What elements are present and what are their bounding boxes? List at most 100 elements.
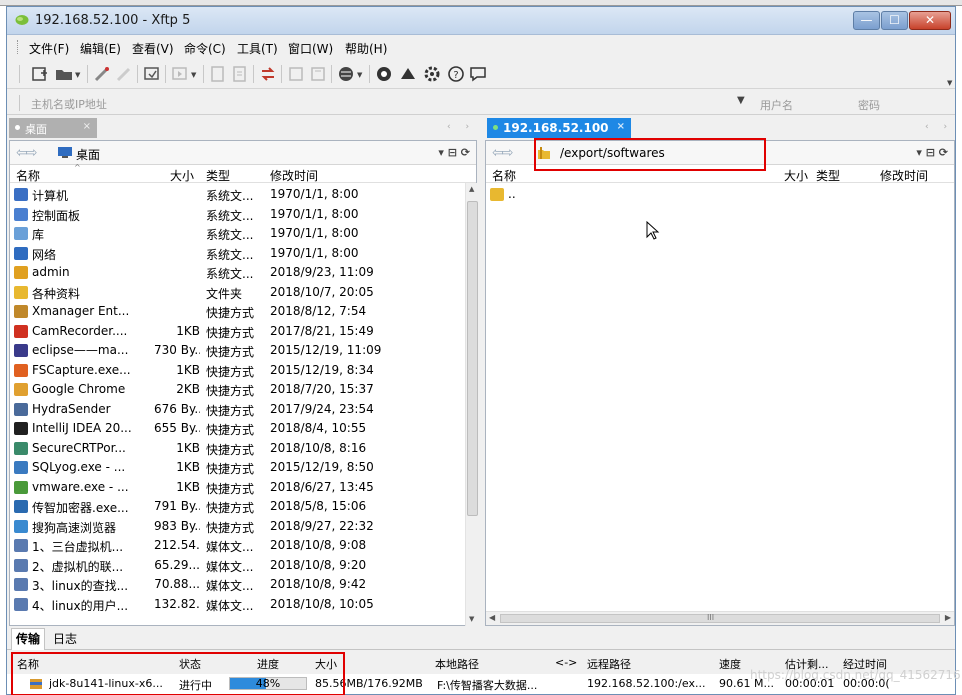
file-row[interactable]: Google Chrome 2KB 快捷方式 2018/7/20, 15:37 <box>10 380 462 400</box>
file-row[interactable]: IntelliJ IDEA 20... 655 By... 快捷方式 2018/8/4… <box>10 419 462 439</box>
menu-file[interactable]: 文件(F) <box>29 40 69 57</box>
file-row[interactable]: 传智加密器.exe... 791 By... 快捷方式 2018/5/8, 15:06 <box>10 497 462 517</box>
menu-window[interactable]: 窗口(W) <box>288 40 333 57</box>
file-row[interactable]: Xmanager Ent... 快捷方式 2018/8/12, 7:54 <box>10 302 462 322</box>
properties-icon[interactable] <box>287 65 305 83</box>
remote-col-size[interactable]: 大小 <box>784 167 808 184</box>
file-type: 快捷方式 <box>206 325 255 340</box>
file-row[interactable]: vmware.exe - ... 1KB 快捷方式 2018/6/27, 13:45 <box>10 478 462 498</box>
refresh-transfer-icon[interactable] <box>259 65 277 83</box>
xfer-col-local[interactable]: 本地路径 <box>435 656 479 672</box>
help-icon[interactable]: ? <box>447 65 465 83</box>
tab-desktop[interactable]: 桌面 × <box>9 118 97 138</box>
scroll-right-icon[interactable]: ▶ <box>945 613 951 622</box>
local-vertical-scrollbar[interactable]: ▲ ▼ <box>465 183 478 626</box>
file-type-icon <box>14 480 28 494</box>
xfer-col-speed[interactable]: 速度 <box>719 656 741 672</box>
scroll-up-icon[interactable]: ▲ <box>469 185 474 193</box>
col-type[interactable]: 类型 <box>206 167 230 184</box>
menu-edit[interactable]: 编辑(E) <box>80 40 121 57</box>
parent-folder-icon <box>490 188 504 201</box>
open-dropdown-icon[interactable]: ▼ <box>75 71 80 79</box>
gear-icon[interactable] <box>423 65 441 83</box>
xfer-col-direction[interactable]: <-> <box>555 656 577 669</box>
remote-scroll-thumb[interactable]: III <box>500 613 940 623</box>
file-size: 1KB <box>176 460 200 474</box>
file-row[interactable]: 计算机 系统文... 1970/1/1, 8:00 <box>10 185 462 205</box>
new-session-icon[interactable] <box>31 65 49 83</box>
menu-tools[interactable]: 工具(T) <box>237 40 278 57</box>
right-tab-nav-icon[interactable]: ‹ › <box>925 122 953 132</box>
scroll-thumb[interactable] <box>467 201 478 516</box>
local-path[interactable]: 桌面 <box>76 146 100 163</box>
username-input[interactable]: 用户名 <box>760 97 793 113</box>
tab-remote[interactable]: 192.168.52.100 × <box>487 118 631 138</box>
file-row[interactable]: FSCapture.exe... 1KB 快捷方式 2015/12/19, 8:34 <box>10 361 462 381</box>
transfer-dropdown-icon[interactable]: ▼ <box>191 71 196 79</box>
scroll-left-icon[interactable]: ◀ <box>489 613 495 622</box>
file-row[interactable]: admin 系统文... 2018/9/23, 11:09 <box>10 263 462 283</box>
file-type: 文件夹 <box>206 286 243 301</box>
remote-col-type[interactable]: 类型 <box>816 167 840 184</box>
file-row[interactable]: HydraSender 676 By... 快捷方式 2017/9/24, 23:54 <box>10 400 462 420</box>
connect-icon[interactable] <box>93 65 111 83</box>
transfer-icon[interactable] <box>171 65 189 83</box>
disconnect-icon[interactable] <box>115 65 133 83</box>
encoding-dropdown-icon[interactable]: ▼ <box>357 71 362 79</box>
file-type: 媒体文... <box>206 559 254 574</box>
back-forward-icon[interactable]: ⇦⇨ <box>16 145 38 161</box>
copy-icon[interactable] <box>209 65 227 83</box>
file-row[interactable]: SecureCRTPor... 1KB 快捷方式 2018/10/8, 8:16 <box>10 439 462 459</box>
host-input[interactable]: 主机名或IP地址 <box>31 96 107 112</box>
host-dropdown-icon[interactable]: ▼ <box>737 95 745 106</box>
file-row[interactable]: 库 系统文... 1970/1/1, 8:00 <box>10 224 462 244</box>
file-row[interactable]: 各种资料 文件夹 2018/10/7, 20:05 <box>10 283 462 303</box>
local-path-controls-icon[interactable]: ▾ ⊟ ⟳ <box>438 146 470 159</box>
xfer-col-remote[interactable]: 远程路径 <box>587 656 631 672</box>
remote-file-row[interactable]: .. <box>486 185 926 205</box>
globe-icon[interactable] <box>337 65 355 83</box>
col-name[interactable]: 名称 <box>16 167 40 184</box>
tab-transfers[interactable]: 传输 <box>11 628 46 650</box>
file-type-icon <box>14 539 28 552</box>
menu-view[interactable]: 查看(V) <box>132 40 174 57</box>
sync-icon[interactable] <box>143 65 161 83</box>
remote-col-modified[interactable]: 修改时间 <box>880 167 928 184</box>
tab-remote-close-icon[interactable]: × <box>617 121 625 132</box>
file-modified: 2018/8/12, 7:54 <box>270 304 367 318</box>
scroll-down-icon[interactable]: ▼ <box>469 615 474 623</box>
close-button[interactable]: ✕ <box>909 11 951 30</box>
menu-help[interactable]: 帮助(H) <box>345 40 387 57</box>
menu-command[interactable]: 命令(C) <box>184 40 226 57</box>
file-row[interactable]: 2、虚拟机的联... 65.29... 媒体文... 2018/10/8, 9:20 <box>10 556 462 576</box>
file-row[interactable]: 1、三台虚拟机... 212.54... 媒体文... 2018/10/8, 9:08 <box>10 536 462 556</box>
col-size[interactable]: 大小 <box>170 167 194 184</box>
toolbar-separator <box>203 65 204 83</box>
tab-log[interactable]: 日志 <box>53 630 77 647</box>
file-row[interactable]: 4、linux的用户... 132.82... 媒体文... 2018/10/8, 1… <box>10 595 462 615</box>
remote-path-controls-icon[interactable]: ▾ ⊟ ⟳ <box>916 146 948 159</box>
paste-icon[interactable] <box>231 65 249 83</box>
xshell-icon[interactable] <box>375 65 393 83</box>
file-row[interactable]: CamRecorder.... 1KB 快捷方式 2017/8/21, 15:49 <box>10 322 462 342</box>
left-tab-nav-icon[interactable]: ‹ › <box>447 122 475 132</box>
remote-back-forward-icon[interactable]: ⇦⇨ <box>492 145 514 161</box>
file-row[interactable]: 搜狗高速浏览器 983 By... 快捷方式 2018/9/27, 22:32 <box>10 517 462 537</box>
toolbar-overflow-icon[interactable]: ▼ <box>947 79 952 87</box>
remote-horizontal-scrollbar[interactable]: ◀ III ▶ <box>486 611 954 625</box>
tab-desktop-close-icon[interactable]: × <box>83 121 91 132</box>
open-folder-icon[interactable] <box>55 65 73 83</box>
file-row[interactable]: eclipse——ma... 730 By... 快捷方式 2015/12/19, 1… <box>10 341 462 361</box>
minimize-button[interactable]: — <box>853 11 880 30</box>
filter-icon[interactable] <box>309 65 327 83</box>
password-input[interactable]: 密码 <box>858 97 880 113</box>
file-row[interactable]: SQLyog.exe - ... 1KB 快捷方式 2015/12/19, 8:50 <box>10 458 462 478</box>
file-row[interactable]: 控制面板 系统文... 1970/1/1, 8:00 <box>10 205 462 225</box>
file-row[interactable]: 3、linux的查找... 70.88... 媒体文... 2018/10/8, 9:… <box>10 575 462 595</box>
file-row[interactable]: 网络 系统文... 1970/1/1, 8:00 <box>10 244 462 264</box>
remote-col-name[interactable]: 名称 <box>492 167 516 184</box>
col-modified[interactable]: 修改时间 <box>270 167 318 184</box>
maximize-button[interactable]: ☐ <box>881 11 908 30</box>
chat-icon[interactable] <box>469 65 487 83</box>
xagent-icon[interactable] <box>399 65 417 83</box>
